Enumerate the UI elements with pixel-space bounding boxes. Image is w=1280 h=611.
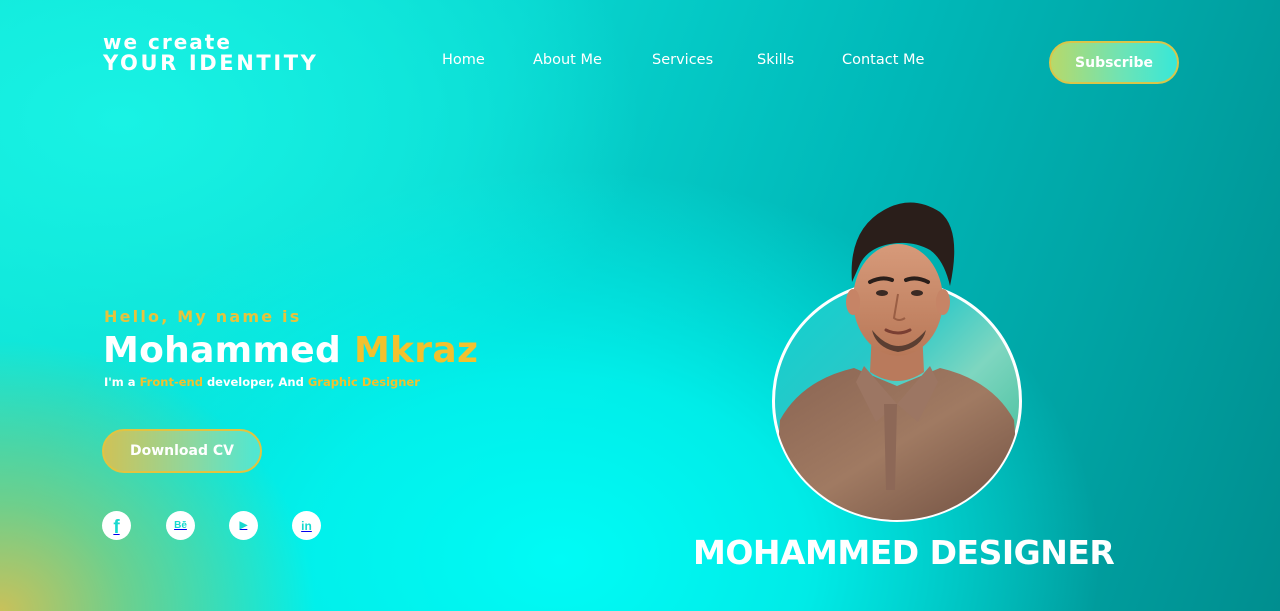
subscribe-button[interactable]: Subscribe [1049, 41, 1179, 84]
portrait-image [774, 202, 1020, 520]
tagline-role-frontend: Front-end [139, 375, 203, 389]
behance-icon[interactable]: Bē [166, 511, 195, 540]
linkedin-icon[interactable]: in [292, 511, 321, 540]
nav-contact-me[interactable]: Contact Me [842, 52, 924, 68]
facebook-glyph: f [113, 517, 120, 538]
facebook-icon[interactable]: f [102, 511, 131, 540]
download-cv-button[interactable]: Download CV [102, 429, 262, 473]
hero-tagline: I'm a Front-end developer, And Graphic D… [104, 375, 420, 389]
hero-last-name: Mkraz [353, 330, 479, 371]
youtube-glyph: ▶ [239, 519, 248, 531]
tagline-role-graphic: Graphic Designer [307, 375, 420, 389]
behance-glyph: Bē [174, 519, 187, 531]
nav-home[interactable]: Home [442, 52, 485, 68]
hero-greeting: Hello, My name is [104, 307, 302, 326]
nav-skills[interactable]: Skills [757, 52, 794, 68]
linkedin-glyph: in [301, 518, 312, 533]
tagline-middle: developer, And [202, 375, 308, 389]
nav-about-me[interactable]: About Me [533, 52, 602, 68]
tagline-prefix: I'm a [104, 375, 140, 389]
hero-name: Mohammed Mkraz [103, 330, 478, 371]
nav-services[interactable]: Services [652, 52, 713, 68]
social-links: f Bē ▶ in [102, 511, 332, 541]
youtube-icon[interactable]: ▶ [229, 511, 258, 540]
portrait-caption: MOHAMMED DESIGNER [693, 533, 1115, 572]
hero-first-name: Mohammed [103, 330, 342, 371]
logo-line-1: we create [103, 30, 232, 54]
